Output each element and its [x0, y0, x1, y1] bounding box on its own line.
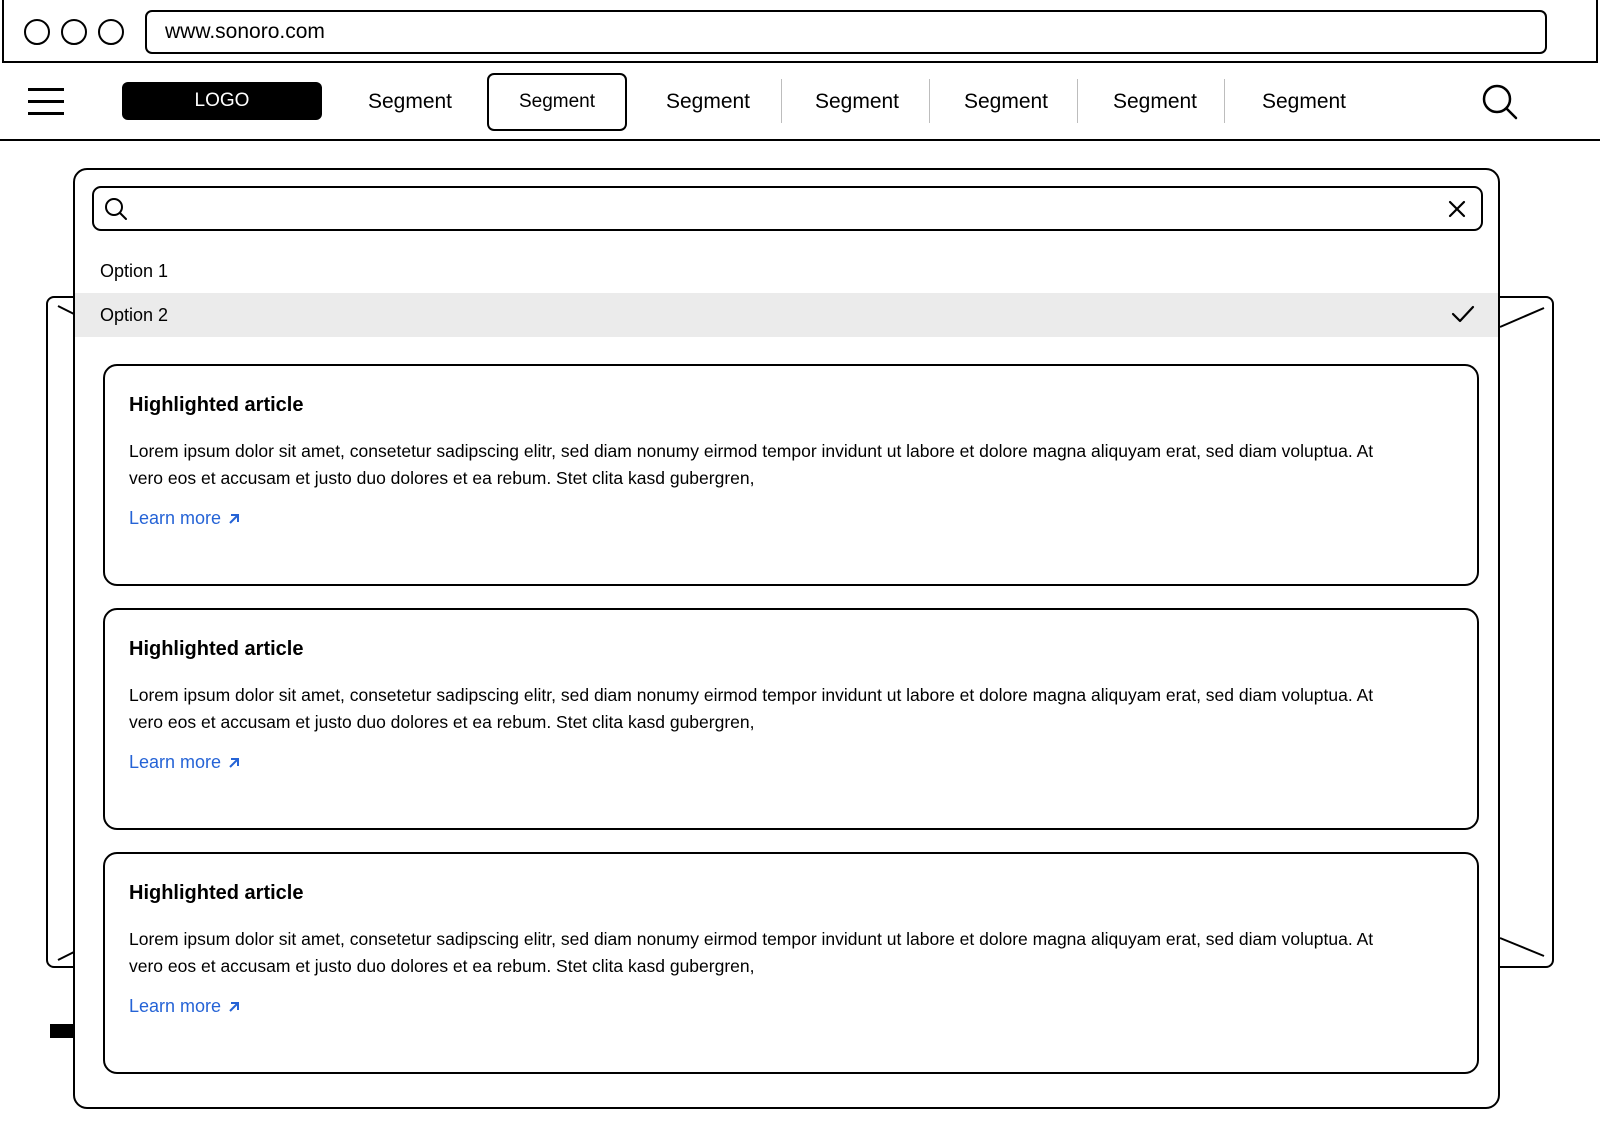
- dropdown-option-2-selected[interactable]: Option 2: [75, 293, 1498, 337]
- window-close-dot[interactable]: [24, 19, 50, 45]
- nav-segment-5[interactable]: Segment: [936, 73, 1076, 131]
- article-card[interactable]: Highlighted article Lorem ipsum dolor si…: [103, 364, 1479, 586]
- search-icon: [105, 198, 127, 220]
- arrow-up-right-icon: [229, 1001, 240, 1012]
- logo[interactable]: LOGO: [122, 82, 322, 120]
- learn-more-label: Learn more: [129, 996, 222, 1016]
- learn-more-label: Learn more: [129, 508, 222, 528]
- option-label: Option 1: [100, 261, 169, 281]
- arrow-up-right-icon: [229, 757, 240, 768]
- learn-more-link[interactable]: Learn more: [129, 996, 241, 1017]
- nav-segment-3[interactable]: Segment: [638, 73, 778, 131]
- search-icon[interactable]: [1481, 83, 1519, 121]
- nav-segment-4[interactable]: Segment: [787, 73, 927, 131]
- article-title: Highlighted article: [129, 638, 304, 660]
- nav-divider: [1077, 79, 1078, 123]
- nav-segment-6[interactable]: Segment: [1085, 73, 1225, 131]
- arrow-up-right-icon: [229, 513, 240, 524]
- article-body: Lorem ipsum dolor sit amet, consetetur s…: [129, 685, 1374, 732]
- article-body: Lorem ipsum dolor sit amet, consetetur s…: [129, 441, 1374, 488]
- learn-more-link[interactable]: Learn more: [129, 752, 241, 773]
- article-title: Highlighted article: [129, 394, 304, 416]
- learn-more-link[interactable]: Learn more: [129, 508, 241, 529]
- option-label: Option 2: [100, 305, 169, 325]
- url-bar[interactable]: www.sonoro.com: [145, 10, 1547, 54]
- window-minimize-dot[interactable]: [61, 19, 87, 45]
- article-title: Highlighted article: [129, 882, 304, 904]
- window-maximize-dot[interactable]: [98, 19, 124, 45]
- learn-more-label: Learn more: [129, 752, 222, 772]
- nav-segment-2-active[interactable]: Segment: [487, 73, 627, 131]
- nav-divider: [1224, 79, 1225, 123]
- browser-chrome: www.sonoro.com: [2, 0, 1598, 63]
- nav-segment-7[interactable]: Segment: [1234, 73, 1374, 131]
- dropdown-option-1[interactable]: Option 1: [75, 249, 1498, 293]
- nav-divider: [929, 79, 930, 123]
- close-icon[interactable]: [1444, 196, 1470, 222]
- search-dropdown-panel: Option 1 Option 2 Highlighted article Lo…: [73, 168, 1500, 1109]
- top-nav: LOGO Segment Segment Segment Segment Seg…: [0, 63, 1600, 141]
- article-body: Lorem ipsum dolor sit amet, consetetur s…: [129, 929, 1374, 976]
- nav-divider: [781, 79, 782, 123]
- search-field: [92, 186, 1483, 231]
- nav-segment-1[interactable]: Segment: [340, 73, 480, 131]
- search-input[interactable]: [140, 192, 1430, 226]
- check-icon: [1451, 305, 1475, 323]
- article-card[interactable]: Highlighted article Lorem ipsum dolor si…: [103, 608, 1479, 830]
- article-card[interactable]: Highlighted article Lorem ipsum dolor si…: [103, 852, 1479, 1074]
- hamburger-icon[interactable]: [28, 86, 64, 116]
